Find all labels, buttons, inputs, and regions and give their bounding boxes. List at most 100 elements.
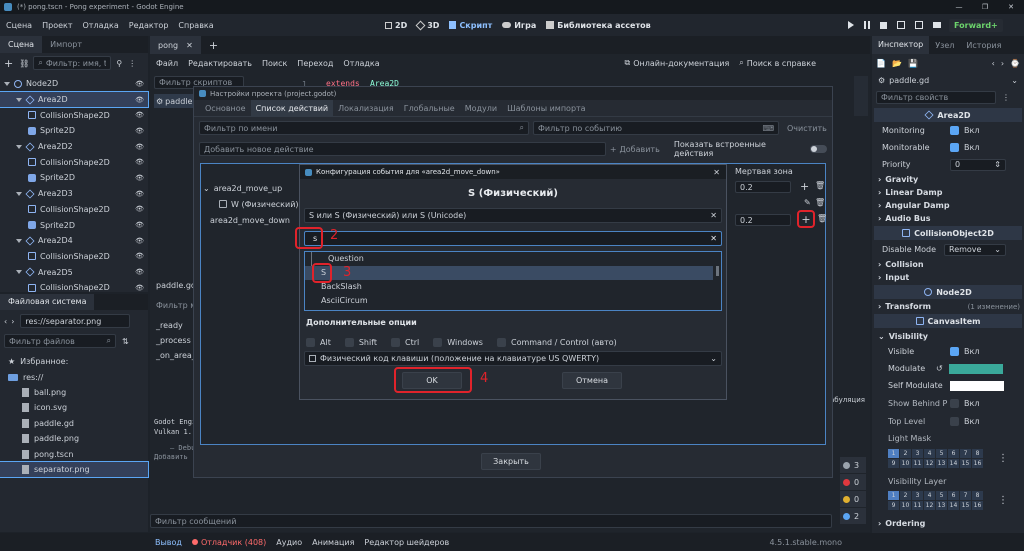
layer-bit[interactable]: 4: [924, 449, 935, 458]
bottom-tab-animation[interactable]: Анимация: [312, 538, 354, 547]
chevron-down-icon[interactable]: [4, 81, 10, 86]
search-help-button[interactable]: ⌕ Поиск в справке: [739, 58, 816, 68]
light-mask-grid[interactable]: 12345678 9 10 11 12 13 14 15 16: [888, 449, 983, 468]
layer-bit[interactable]: 3: [912, 491, 923, 500]
editor-menu-search[interactable]: Поиск: [262, 59, 287, 68]
modifier-alt[interactable]: Alt: [306, 337, 331, 347]
file-item[interactable]: icon.svg: [0, 400, 148, 415]
editor-menu-goto[interactable]: Переход: [297, 59, 333, 68]
visibility-eye-icon[interactable]: 👁: [135, 268, 144, 276]
movie-icon[interactable]: [933, 22, 941, 28]
visibility-eye-icon[interactable]: 👁: [135, 190, 144, 198]
layer-bit[interactable]: 3: [912, 449, 923, 458]
chevron-down-icon[interactable]: [16, 270, 22, 275]
layer-bit[interactable]: 5: [936, 449, 947, 458]
clear-icon[interactable]: ✕: [710, 234, 717, 243]
layer-bit[interactable]: 15: [960, 501, 971, 510]
modulate-color-picker[interactable]: [948, 363, 1003, 374]
chevron-down-icon[interactable]: [16, 238, 22, 243]
forward-icon[interactable]: ›: [11, 317, 14, 326]
group-ordering[interactable]: › Ordering: [872, 516, 1024, 530]
layer-bit[interactable]: 4: [924, 491, 935, 500]
renderer-select[interactable]: Forward+: [949, 18, 1003, 32]
action-event-filter[interactable]: Фильтр по событию ⌨: [533, 121, 779, 135]
scene-tree-item[interactable]: Area2D5 👁: [0, 264, 148, 280]
chevron-down-icon[interactable]: [16, 97, 22, 102]
play-custom-icon[interactable]: [915, 21, 923, 29]
settings-tab-globals[interactable]: Глобальные: [399, 104, 460, 113]
method-item[interactable]: _ready: [156, 321, 183, 330]
monitorable-checkbox[interactable]: [950, 143, 959, 152]
file-item[interactable]: paddle.gd: [0, 416, 148, 431]
layer-bit[interactable]: 13: [936, 501, 947, 510]
script-list-item[interactable]: ⚙ paddle: [154, 94, 198, 108]
visibility-layer-grid[interactable]: 12345678 9 10 11 12 13 14 15 16: [888, 491, 983, 510]
layer-bit[interactable]: 6: [948, 491, 959, 500]
edit-event-icon[interactable]: ✎: [804, 198, 811, 207]
online-docs-button[interactable]: ⧉ Онлайн-документация: [625, 58, 730, 68]
bottom-tab-audio[interactable]: Аудио: [276, 538, 302, 547]
open-resource-icon[interactable]: 📂: [892, 59, 902, 68]
layer-bit[interactable]: 2: [900, 491, 911, 500]
property-filter-input[interactable]: Фильтр свойств: [876, 90, 996, 104]
settings-tab-general[interactable]: Основное: [200, 104, 251, 113]
settings-tab-input-map[interactable]: Список действий: [250, 99, 334, 117]
menu-debug[interactable]: Отладка: [83, 21, 119, 30]
visibility-eye-icon[interactable]: 👁: [135, 80, 144, 88]
chevron-down-icon[interactable]: [16, 191, 22, 196]
group-angular-damp[interactable]: › Angular Damp: [872, 199, 1024, 212]
add-event-button[interactable]: +: [797, 210, 815, 228]
detected-event-field[interactable]: S или S (Физический) или S (Unicode) ✕: [304, 208, 722, 223]
inspected-resource[interactable]: ⚙ paddle.gd ⌄: [872, 72, 1024, 88]
trash-icon[interactable]: 🗑: [817, 214, 827, 223]
layer-bit[interactable]: 12: [924, 501, 935, 510]
layer-bit[interactable]: 10: [900, 501, 911, 510]
layer-bit[interactable]: 8: [972, 491, 983, 500]
settings-icon[interactable]: ⋮: [1002, 93, 1010, 102]
history-forward-icon[interactable]: ›: [1001, 59, 1004, 68]
group-gravity[interactable]: › Gravity: [872, 173, 1024, 186]
menu-scene[interactable]: Сцена: [6, 21, 32, 30]
visibility-eye-icon[interactable]: 👁: [135, 96, 144, 104]
play-icon[interactable]: [848, 21, 854, 29]
layer-bit[interactable]: 11: [912, 501, 923, 510]
scene-tree-item[interactable]: Area2D2 👁: [0, 139, 148, 155]
layer-bit[interactable]: 13: [936, 459, 947, 468]
key-list-item[interactable]: BackSlash: [305, 280, 721, 294]
file-item[interactable]: ball.png: [0, 385, 148, 400]
monitoring-checkbox[interactable]: [950, 126, 959, 135]
visibility-eye-icon[interactable]: 👁: [135, 143, 144, 151]
layer-bit[interactable]: 16: [972, 501, 983, 510]
scene-tree-item[interactable]: Area2D4 👁: [0, 233, 148, 249]
minimize-button[interactable]: —: [946, 3, 972, 11]
file-item[interactable]: pong.tscn: [0, 446, 148, 461]
modifier-command-control[interactable]: Command / Control (авто): [496, 337, 617, 347]
file-item[interactable]: ★ Избранное:: [0, 354, 148, 369]
path-input[interactable]: res://separator.png: [20, 314, 131, 328]
layer-bit[interactable]: 12: [924, 459, 935, 468]
counter-errors[interactable]: 0: [840, 474, 866, 490]
add-action-button[interactable]: + Добавить: [610, 145, 660, 154]
visible-checkbox[interactable]: [950, 347, 959, 356]
bottom-tab-shader-editor[interactable]: Редактор шейдеров: [364, 538, 449, 547]
menu-help[interactable]: Справка: [178, 21, 213, 30]
modifier-windows[interactable]: Windows: [433, 337, 483, 347]
visibility-eye-icon[interactable]: 👁: [135, 284, 144, 292]
settings-tab-plugins[interactable]: Модули: [460, 104, 502, 113]
workspace-script[interactable]: Скрипт: [449, 21, 492, 30]
visibility-eye-icon[interactable]: 👁: [135, 221, 144, 229]
scene-filter-input[interactable]: ⌕ Фильтр: имя, t:: [33, 56, 112, 70]
visibility-eye-icon[interactable]: 👁: [135, 252, 144, 260]
method-item[interactable]: _process: [156, 336, 191, 345]
layer-bit[interactable]: 14: [948, 501, 959, 510]
tab-scene[interactable]: Сцена: [0, 36, 43, 53]
show-builtin-toggle[interactable]: [809, 145, 827, 153]
scene-tree-item[interactable]: Sprite2D 👁: [0, 123, 148, 139]
menu-dots-icon[interactable]: ⋮: [998, 495, 1008, 506]
layer-bit[interactable]: 11: [912, 459, 923, 468]
scene-tree-item[interactable]: CollisionShape2D 👁: [0, 107, 148, 123]
close-dialog-icon[interactable]: ✕: [713, 168, 720, 177]
list-scrollbar[interactable]: [716, 266, 719, 276]
workspace-2d[interactable]: 2D: [385, 21, 407, 30]
priority-input[interactable]: 0 ⇕: [950, 158, 1006, 171]
